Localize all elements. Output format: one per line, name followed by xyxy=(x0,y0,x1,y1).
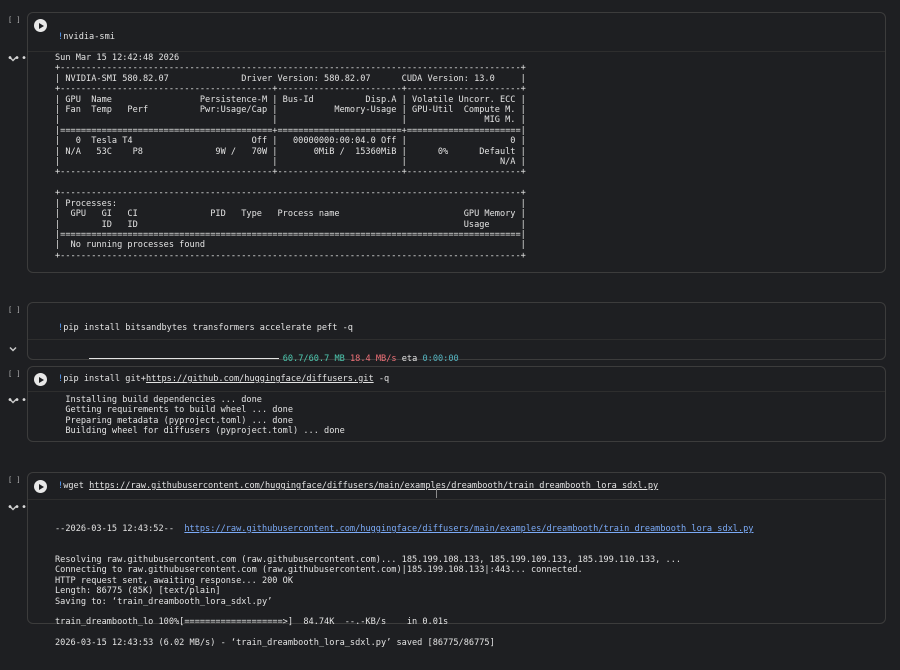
output-line: Sun Mar 15 12:42:48 2026 xyxy=(55,53,180,63)
code-editor[interactable]: !pip install git+https://github.com/hugg… xyxy=(58,374,389,384)
script-link[interactable]: https://raw.githubusercontent.com/huggin… xyxy=(89,481,658,491)
output-options-icon[interactable]: ••• xyxy=(7,396,27,406)
output-line: Saving to: ‘train_dreambooth_lora_sdxl.p… xyxy=(55,596,273,607)
output-line: | 0 Tesla T4 Off | 00000000:00:04.0 Off … xyxy=(55,136,526,147)
output-line: Connecting to raw.githubusercontent.com … xyxy=(55,565,583,576)
output-line: | GPU Name Persistence-M | Bus-Id Disp.A… xyxy=(55,94,526,105)
output-options-icon[interactable]: ••• xyxy=(7,503,27,513)
output-line: +---------------------------------------… xyxy=(55,250,526,261)
output-line: Length: 86775 (85K) [text/plain] xyxy=(55,586,221,597)
notebook-cell-2: [ ] !pip install bitsandbytes transforme… xyxy=(0,296,900,366)
repo-link[interactable]: https://github.com/huggingface/diffusers… xyxy=(146,374,374,384)
cell-output: Sun Mar 15 12:42:48 2026 +---------------… xyxy=(55,53,526,261)
output-line: --2026-03-15 12:43:52-- https://raw.gith… xyxy=(55,523,754,534)
output-line: 2026-03-15 12:43:53 (6.02 MB/s) - ‘train… xyxy=(55,638,495,649)
output-line: Resolving raw.githubusercontent.com (raw… xyxy=(55,555,682,566)
progress-speed: 18.4 MB/s xyxy=(349,354,397,365)
output-line: |=======================================… xyxy=(55,125,526,136)
output-line: | Fan Temp Perf Pwr:Usage/Cap | Memory-U… xyxy=(55,105,526,116)
code-editor[interactable]: !pip install bitsandbytes transformers a… xyxy=(58,323,353,333)
notebook-cell-3: [ ] !pip install git+https://github.com/… xyxy=(0,364,900,444)
execution-count: [ ] xyxy=(8,476,21,484)
output-line: HTTP request sent, awaiting response... … xyxy=(55,575,293,586)
output-line: train_dreambooth_lo 100%[===============… xyxy=(55,617,449,628)
notebook-cell-1: [ ] !nvidia-smi ••• Sun Mar 15 12:42:48 … xyxy=(0,0,900,280)
progress-bar xyxy=(88,358,279,360)
execution-count: [ ] xyxy=(8,16,21,24)
code-editor[interactable]: !wget https://raw.githubusercontent.com/… xyxy=(58,481,658,491)
cell-output: Installing build dependencies ... done G… xyxy=(55,395,345,437)
execution-count: [ ] xyxy=(8,370,21,378)
execution-count: [ ] xyxy=(8,306,21,314)
output-line: | No running processes found | xyxy=(55,240,526,251)
download-link[interactable]: https://raw.githubusercontent.com/huggin… xyxy=(184,524,753,534)
code-editor[interactable]: !nvidia-smi xyxy=(58,32,115,42)
progress-eta: 0:00:00 xyxy=(422,354,459,365)
notebook-cell-4: [ ] !wget https://raw.githubusercontent.… xyxy=(0,470,900,648)
output-line: | Processes: | xyxy=(55,198,526,209)
output-line: +---------------------------------------… xyxy=(55,84,526,95)
progress-eta-label: eta xyxy=(401,354,418,365)
output-line: | GPU GI CI PID Type Process name GPU Me… xyxy=(55,209,526,220)
progress-size: 60.7/60.7 MB xyxy=(282,354,345,365)
output-line: | | | MIG M. | xyxy=(55,115,526,126)
run-cell-button[interactable] xyxy=(34,19,47,32)
output-line: | N/A 53C P8 9W / 70W | 0MiB / 15360MiB … xyxy=(55,146,526,157)
output-line: +---------------------------------------… xyxy=(55,167,526,178)
cell-output: --2026-03-15 12:43:52-- https://raw.gith… xyxy=(55,503,754,670)
output-line: |=======================================… xyxy=(55,229,526,240)
output-line: Building wheel for diffusers (pyproject.… xyxy=(55,426,345,437)
run-cell-button[interactable] xyxy=(34,480,47,493)
output-line: +---------------------------------------… xyxy=(55,188,526,199)
text-cursor xyxy=(436,486,437,498)
output-line: | | | N/A | xyxy=(55,157,526,168)
output-options-icon[interactable]: ••• xyxy=(7,54,27,64)
output-line: | NVIDIA-SMI 580.82.07 Driver Version: 5… xyxy=(55,73,526,84)
output-line: Getting requirements to build wheel ... … xyxy=(55,405,293,416)
output-line: Installing build dependencies ... done xyxy=(55,395,262,405)
chevron-down-icon[interactable] xyxy=(8,344,18,354)
output-line: +---------------------------------------… xyxy=(55,63,526,74)
output-line: | ID ID Usage | xyxy=(55,219,526,230)
output-line: Preparing metadata (pyproject.toml) ... … xyxy=(55,415,293,426)
run-cell-button[interactable] xyxy=(34,373,47,386)
